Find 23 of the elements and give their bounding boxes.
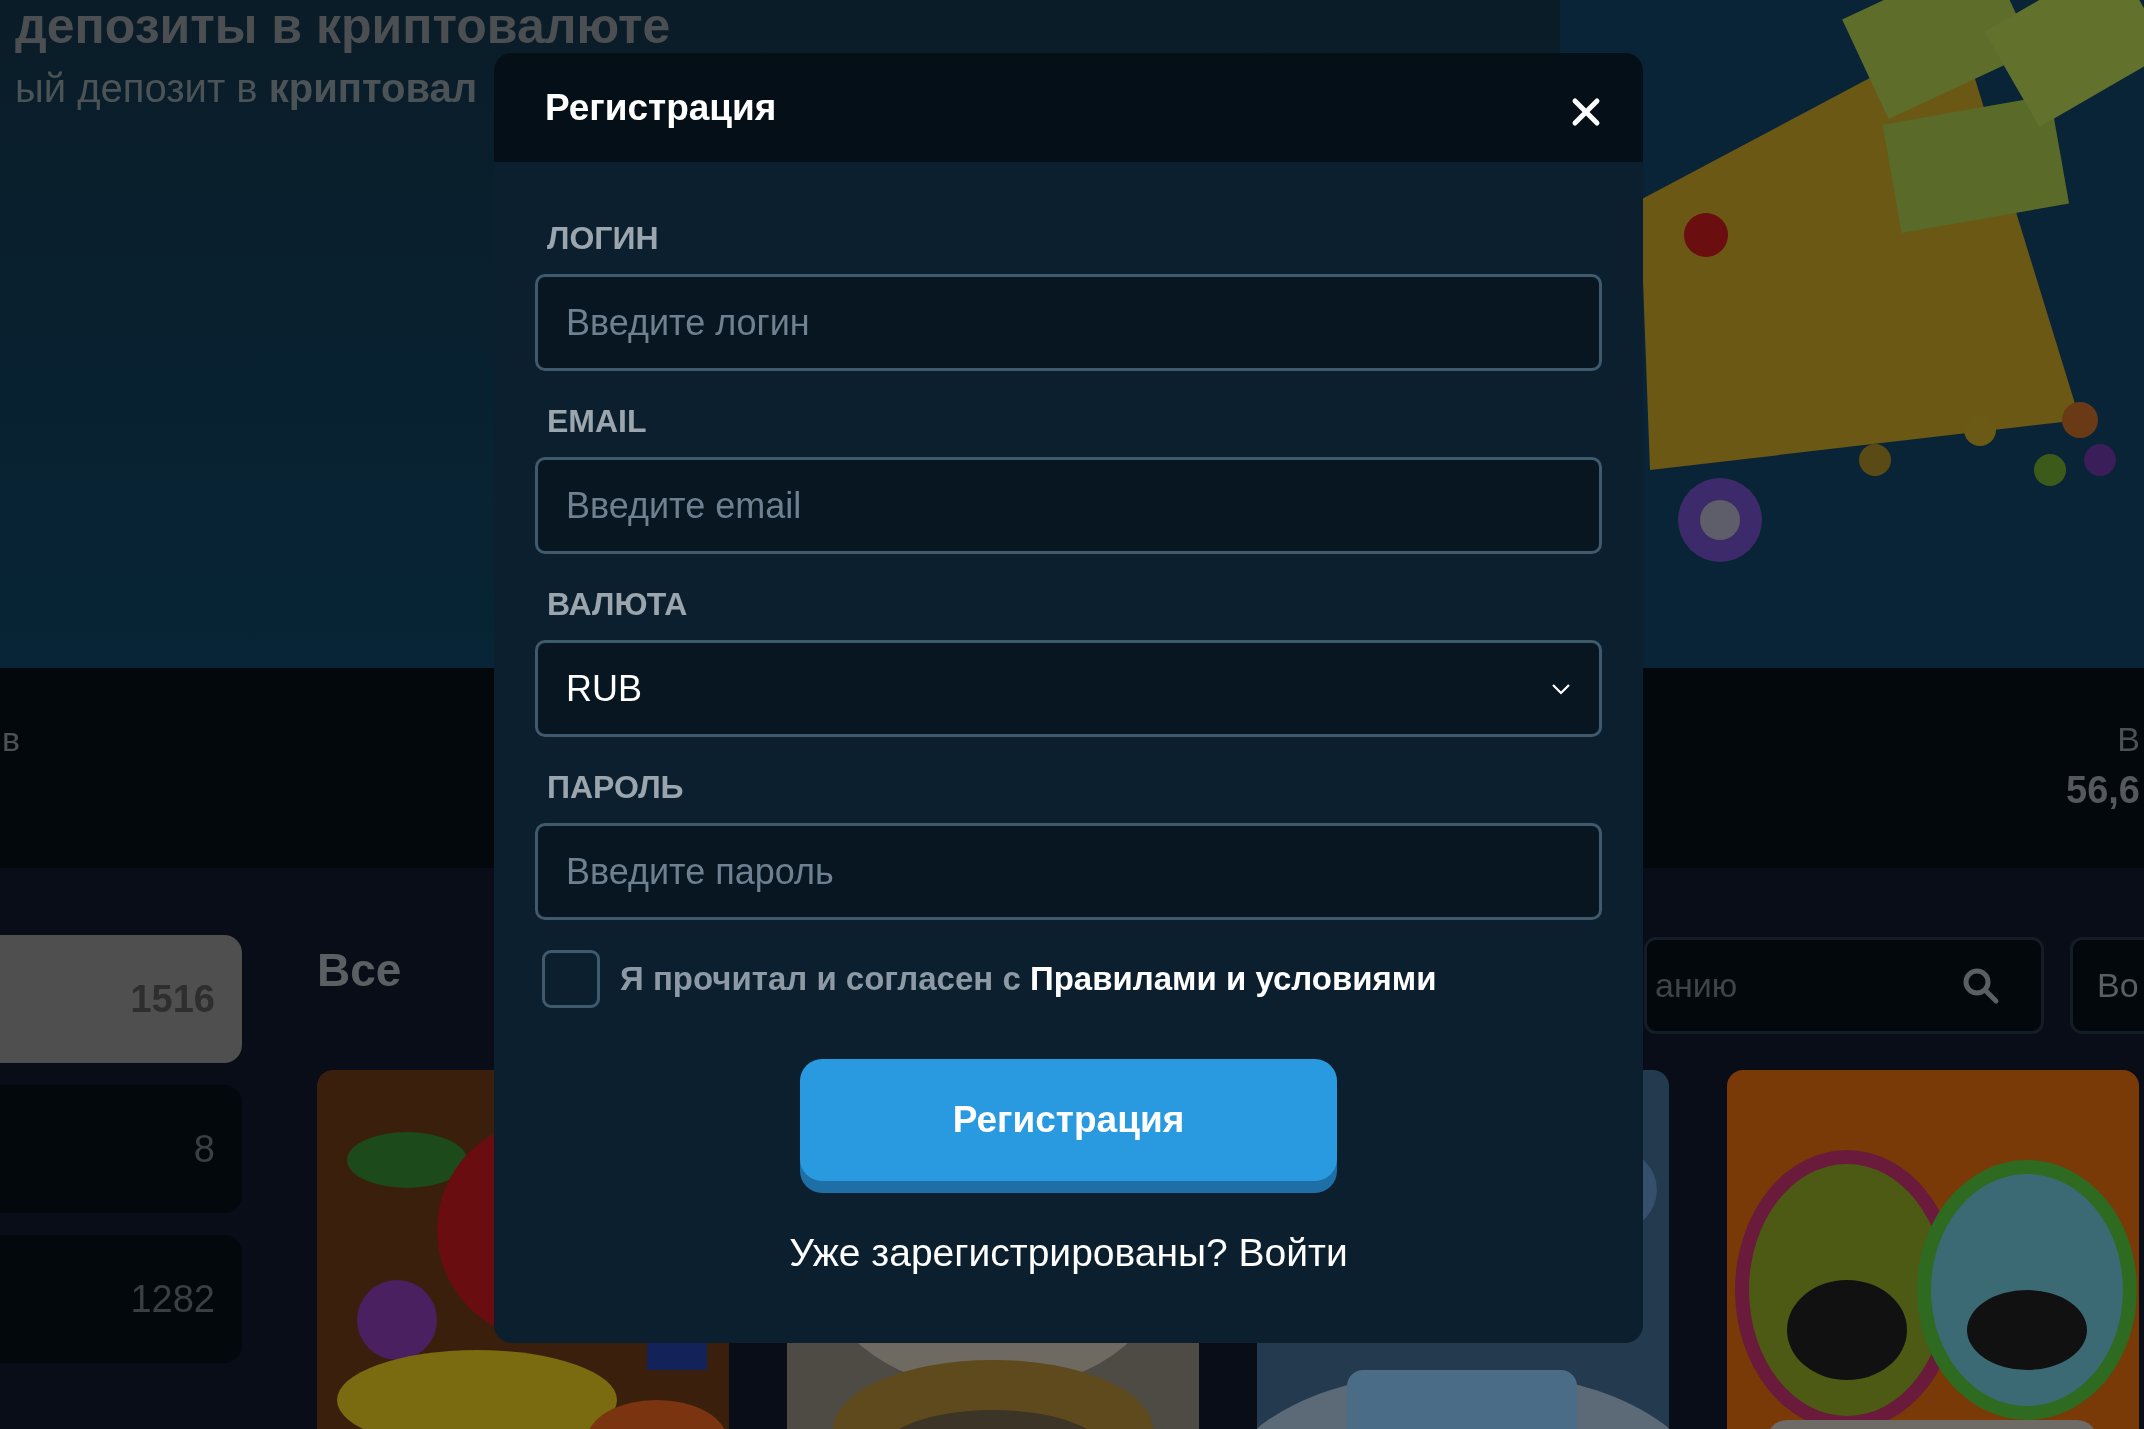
chevron-icon [1551,682,1571,695]
stat-label: в [1,719,21,759]
stat-label: В [2117,720,2140,759]
field-label: EMAIL [547,402,648,441]
input-field[interactable]: Введите email [535,457,1602,554]
field-label: ЛОГИН [547,219,660,258]
section-title: Все [317,943,402,997]
stat-value: 56,6 [2066,769,2140,812]
agreement-text: Я прочитал и согласен с Правилами и условиями [620,960,1437,998]
hero-title: депозиты в криптовалюте [15,0,671,52]
hero-subtitle: ый депозит в криптовал [15,66,478,111]
filter-button[interactable]: Во [2070,937,2144,1034]
field-label: ВАЛЮТА [547,585,689,624]
input-field[interactable]: Введите пароль [535,823,1602,920]
input-field[interactable]: Введите логин [535,274,1602,371]
close-icon[interactable] [1571,96,1601,127]
dialog-title: Регистрация [545,86,777,129]
field-label: ПАРОЛЬ [547,768,685,807]
login-prompt[interactable]: Уже зарегистрированы? Войти [535,1231,1602,1275]
terms-link[interactable]: Правилами и условиями [1029,960,1437,997]
search-field[interactable]: анию [1644,937,2044,1034]
currency-select[interactable]: RUB [535,640,1602,737]
agreement-checkbox[interactable] [542,950,600,1008]
